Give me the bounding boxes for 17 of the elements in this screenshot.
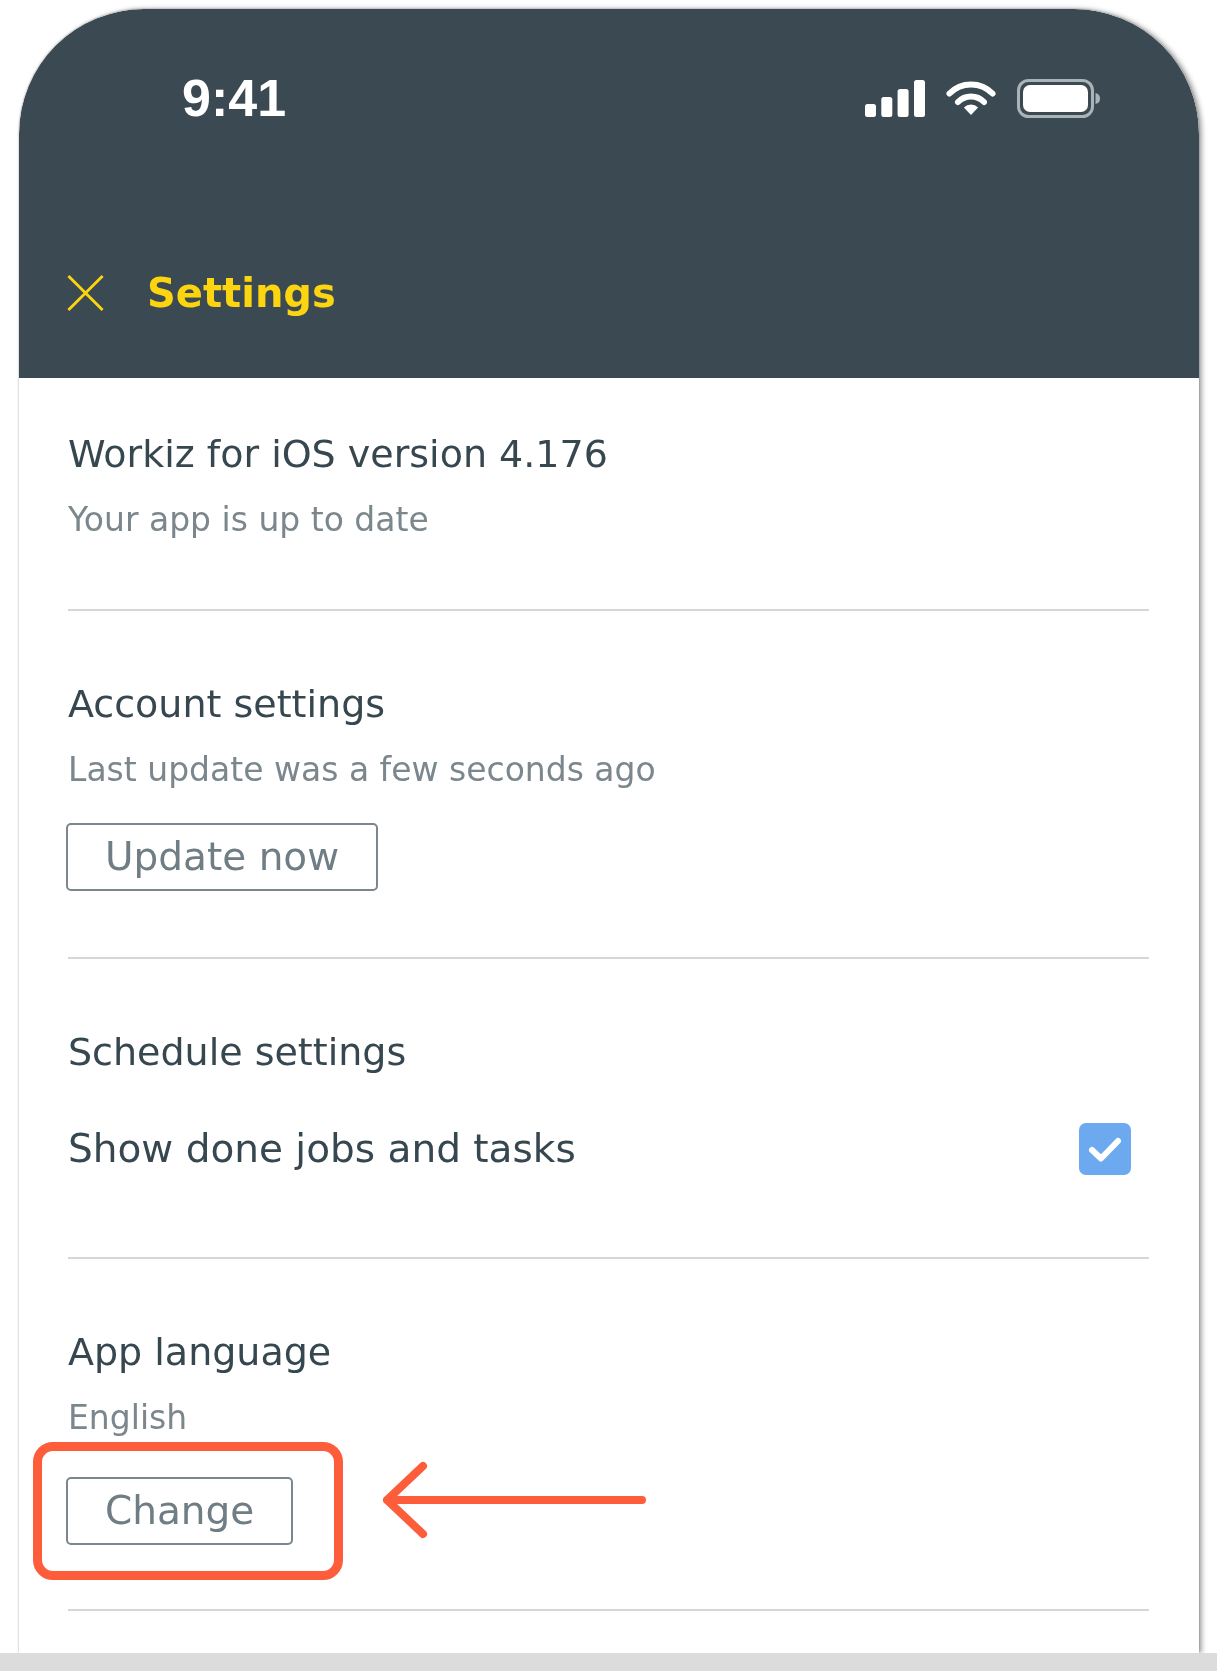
section-title: Account settings	[68, 681, 386, 727]
battery-icon	[1017, 78, 1100, 118]
section-subtitle: Your app is up to date	[68, 499, 429, 541]
section-subtitle: English	[68, 1397, 188, 1439]
section-title: Schedule settings	[68, 1029, 407, 1075]
option-label: Show done jobs and tasks	[68, 1125, 576, 1173]
action-button[interactable]: Update now	[66, 823, 379, 891]
section-subtitle: Last update was a few seconds ago	[68, 749, 656, 791]
signal-icon	[865, 79, 925, 117]
checkbox[interactable]	[1079, 1123, 1131, 1175]
header-title: Settings	[147, 269, 336, 318]
section-title: Workiz for iOS version 4.176	[68, 431, 608, 477]
wifi-icon	[945, 79, 997, 117]
close-icon[interactable]	[66, 274, 105, 312]
section-title: App language	[68, 1329, 332, 1375]
action-button[interactable]: Change	[66, 1477, 294, 1545]
status-time: 9:41	[182, 68, 287, 128]
